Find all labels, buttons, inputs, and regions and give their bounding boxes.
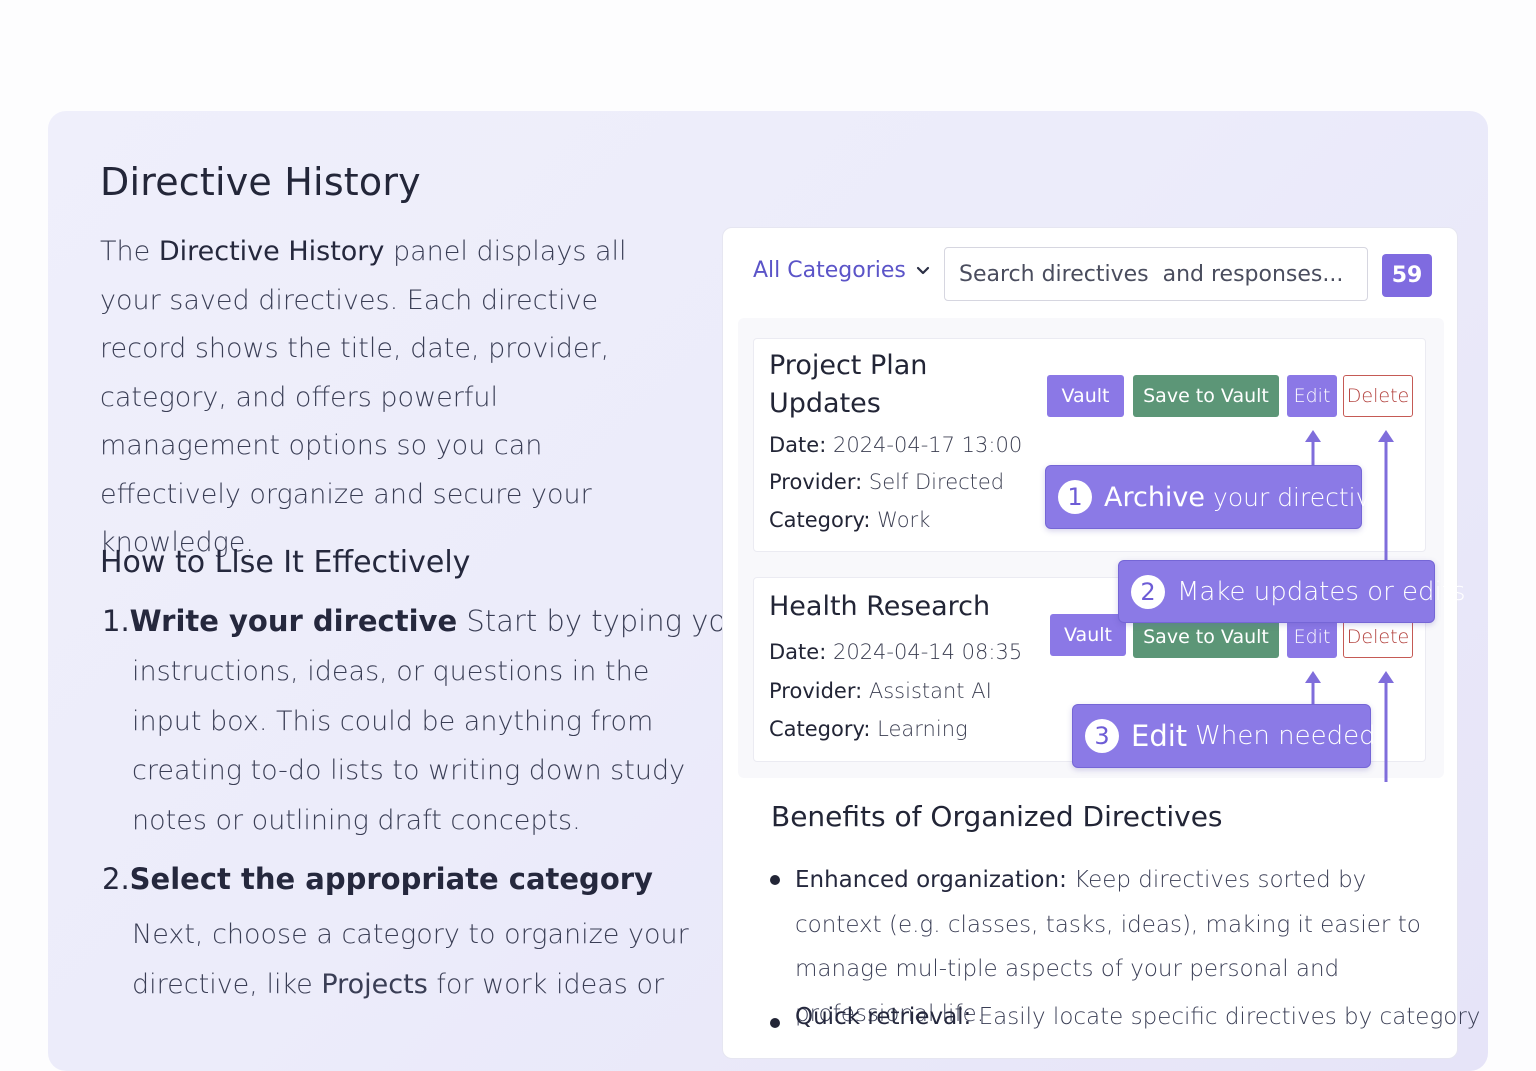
step-body-highlight: Projects (321, 968, 428, 1000)
category-dropdown[interactable]: All Categories (753, 258, 930, 283)
edit-button[interactable]: Edit (1287, 375, 1337, 417)
record-category: Category: Learning (769, 717, 968, 741)
record-date: Date: 2024-04-17 13:00 (769, 433, 1023, 457)
benefit-text: Easily locate specific directives by cat… (971, 1004, 1481, 1030)
delete-button[interactable]: Delete (1343, 375, 1413, 417)
step-number: 1. (102, 604, 130, 638)
callout-text: When needed (1195, 721, 1376, 751)
howto-heading: How to Llse It Effectively (100, 545, 471, 580)
callout-archive: 1 Archive your directive (1045, 465, 1386, 529)
step-number: 2. (102, 862, 130, 896)
callout-number: 1 (1058, 480, 1092, 514)
meta-value: Work (877, 508, 931, 532)
intro-text: The (100, 236, 159, 267)
benefits-title: Benefits of Organized Directives (771, 800, 1223, 833)
intro-text-rest: panel displays all your saved directives… (100, 236, 627, 558)
vault-button[interactable]: Vault (1050, 614, 1126, 656)
step-2-body: Next, choose a category to organize your… (132, 910, 692, 1009)
record-title: Project Plan Updates (769, 347, 927, 423)
step-title-text: Write your directive (129, 604, 458, 638)
meta-value: 2024-04-17 13:00 (832, 433, 1023, 457)
benefit-item-2: Quick retrieval: Easily locate specific … (795, 1004, 1480, 1030)
bullet-icon (770, 875, 780, 885)
benefit-heading: Quick retrieval: (795, 1004, 972, 1030)
meta-value: Assistant AI (868, 679, 992, 703)
record-category: Category: Work (769, 508, 931, 532)
step-title-text: Select the appropriate category (129, 862, 653, 896)
record-date: Date: 2024-04-14 08:35 (769, 640, 1023, 664)
directive-count-badge: 59 (1382, 254, 1432, 297)
meta-key: Provider (769, 679, 856, 703)
meta-key: Provider (769, 470, 856, 494)
record-title-line2: Updates (769, 388, 881, 419)
meta-key: Category (769, 508, 864, 532)
meta-key: Date (769, 640, 820, 664)
step-title-rest: Start by typing your (457, 604, 757, 638)
callout-number: 2 (1131, 574, 1165, 609)
step-1-body: instructions, ideas, or questions in the… (132, 656, 686, 836)
callout-updates: 2 Make updates or edits (1118, 560, 1466, 623)
meta-value: Self Directed (868, 470, 1005, 494)
chevron-down-icon (916, 266, 929, 274)
page-title: Directive History (100, 160, 421, 204)
record-title: Health Research (769, 591, 991, 622)
callout-text: your directive (1213, 482, 1386, 512)
vault-button[interactable]: Vault (1047, 375, 1124, 417)
intro-paragraph: The Directive History panel displays all… (100, 228, 680, 568)
record-title-line1: Project Plan (769, 350, 928, 381)
callout-edit: 3 Edit When needed (1072, 704, 1376, 768)
meta-key: Date (769, 433, 820, 457)
callout-text: Make updates or edits (1177, 576, 1466, 607)
step-body-text-rest: for work ideas or (427, 968, 665, 1000)
record-provider: Provider: Assistant AI (769, 679, 992, 703)
callout-strong: Edit (1131, 719, 1188, 753)
category-dropdown-label: All Categories (753, 258, 906, 283)
bullet-icon (770, 1018, 780, 1028)
benefit-heading: Enhanced organization: (795, 867, 1067, 893)
meta-key: Category (769, 717, 864, 741)
meta-value: Learning (877, 717, 968, 741)
callout-number: 3 (1085, 719, 1119, 753)
callout-strong: Archive (1104, 481, 1206, 513)
save-to-vault-button[interactable]: Save to Vault (1133, 375, 1279, 417)
step-1-title: 1.Write your directive Start by typing y… (102, 604, 756, 638)
record-provider: Provider: Self Directed (769, 470, 1005, 494)
search-input[interactable] (944, 247, 1368, 301)
meta-value: 2024-04-14 08:35 (832, 640, 1023, 664)
step-2-title: 2.Select the appropriate category (102, 862, 653, 896)
intro-highlight: Directive History (158, 236, 385, 267)
